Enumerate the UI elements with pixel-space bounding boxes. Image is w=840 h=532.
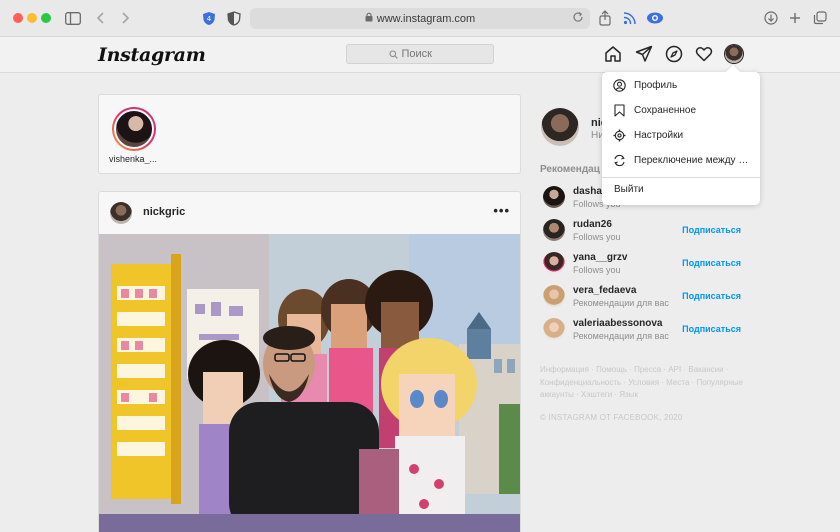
follow-button[interactable]: Подписаться bbox=[682, 324, 741, 334]
instagram-header: Instagram bbox=[0, 37, 840, 73]
feed-post: nickgric ••• bbox=[98, 191, 521, 532]
suggestion-subtitle: Follows you bbox=[573, 232, 621, 242]
suggestion-row: rudan26 Follows you Подписаться bbox=[540, 217, 745, 245]
suggestion-subtitle: Рекомендации для вас bbox=[573, 331, 669, 341]
follow-button[interactable]: Подписаться bbox=[682, 225, 741, 235]
back-icon[interactable] bbox=[92, 9, 110, 27]
menu-item-label: Переключение между аккаунтами bbox=[634, 155, 752, 166]
suggestion-avatar[interactable] bbox=[543, 285, 565, 307]
footer-links[interactable]: Информация · Помощь · Пресса · API · Вак… bbox=[540, 364, 750, 402]
post-photo[interactable] bbox=[99, 234, 520, 532]
logout-button[interactable]: Выйти bbox=[614, 184, 644, 195]
activity-heart-icon[interactable] bbox=[695, 45, 713, 63]
suggestion-row: vera_fedaeva Рекомендации для вас Подпис… bbox=[540, 283, 745, 311]
profile-avatar-button[interactable] bbox=[725, 45, 743, 63]
url-text: www.instagram.com bbox=[376, 12, 476, 25]
share-icon[interactable] bbox=[596, 9, 614, 27]
suggestion-avatar[interactable] bbox=[543, 219, 565, 241]
menu-item-switch-accounts[interactable]: Переключение между аккаунтами bbox=[602, 148, 760, 173]
footer-copyright: © INSTAGRAM OT FACEBOOK, 2020 bbox=[540, 413, 683, 422]
post-author-username[interactable]: nickgric bbox=[143, 206, 185, 218]
menu-item-profile[interactable]: Профиль bbox=[602, 73, 760, 98]
downloads-icon[interactable] bbox=[762, 9, 780, 27]
switch-account-icon bbox=[612, 154, 626, 168]
stories-tray: vishenka_... bbox=[98, 94, 521, 174]
search-input[interactable] bbox=[401, 48, 452, 60]
close-window-button[interactable] bbox=[13, 13, 23, 23]
privacy-shield-icon[interactable]: 4 bbox=[200, 9, 218, 27]
instagram-logo[interactable]: Instagram bbox=[98, 44, 206, 66]
address-bar[interactable]: www.instagram.com bbox=[250, 8, 590, 29]
new-tab-icon[interactable] bbox=[786, 9, 804, 27]
suggestion-avatar[interactable] bbox=[543, 318, 565, 340]
menu-item-saved[interactable]: Сохраненное bbox=[602, 98, 760, 123]
shield-half-icon[interactable] bbox=[225, 9, 243, 27]
extension-eye-icon[interactable] bbox=[646, 9, 664, 27]
direct-messages-icon[interactable] bbox=[635, 45, 653, 63]
suggestion-avatar[interactable] bbox=[543, 186, 565, 208]
follow-button[interactable]: Подписаться bbox=[682, 258, 741, 268]
suggestion-username[interactable]: yana__grzv bbox=[573, 252, 627, 263]
recommendations-title: Рекомендац bbox=[540, 164, 600, 175]
search-icon bbox=[388, 49, 398, 59]
my-profile-avatar[interactable] bbox=[541, 108, 579, 146]
suggestion-row: yana__grzv Follows you Подписаться bbox=[540, 250, 745, 278]
reload-icon[interactable] bbox=[572, 11, 584, 26]
post-author-avatar[interactable] bbox=[110, 202, 132, 224]
suggestion-username[interactable]: vera_fedaeva bbox=[573, 285, 636, 296]
forward-icon[interactable] bbox=[116, 9, 134, 27]
search-box[interactable] bbox=[346, 44, 494, 64]
follow-button[interactable]: Подписаться bbox=[682, 291, 741, 301]
browser-toolbar: 4 www.instagram.com bbox=[0, 0, 840, 37]
suggestion-username[interactable]: valeriaabessonova bbox=[573, 318, 663, 329]
post-options-button[interactable]: ••• bbox=[493, 203, 510, 218]
sidebar-toggle-icon[interactable] bbox=[64, 9, 82, 27]
suggestion-subtitle: Рекомендации для вас bbox=[573, 298, 669, 308]
menu-item-label: Настройки bbox=[634, 130, 684, 141]
explore-compass-icon[interactable] bbox=[665, 45, 683, 63]
suggestion-username[interactable]: rudan26 bbox=[573, 219, 612, 230]
zoom-window-button[interactable] bbox=[41, 13, 51, 23]
tab-overview-icon[interactable] bbox=[811, 9, 829, 27]
minimize-window-button[interactable] bbox=[27, 13, 37, 23]
story-avatar[interactable] bbox=[112, 107, 156, 151]
menu-divider bbox=[602, 177, 760, 178]
story-username[interactable]: vishenka_... bbox=[109, 154, 161, 164]
menu-item-label: Профиль bbox=[634, 80, 678, 91]
lock-icon bbox=[365, 12, 373, 25]
suggestion-row: valeriaabessonova Рекомендации для вас П… bbox=[540, 316, 745, 344]
rss-icon[interactable] bbox=[620, 9, 638, 27]
gear-icon bbox=[612, 129, 626, 143]
profile-dropdown-menu: Профиль Сохраненное Настройки Переключен… bbox=[602, 72, 760, 205]
user-circle-icon bbox=[612, 79, 626, 93]
suggestion-subtitle: Follows you bbox=[573, 265, 621, 275]
svg-text:4: 4 bbox=[207, 15, 212, 23]
bookmark-icon bbox=[612, 104, 626, 118]
suggestion-avatar[interactable] bbox=[543, 252, 565, 274]
home-icon[interactable] bbox=[604, 45, 622, 63]
menu-item-settings[interactable]: Настройки bbox=[602, 123, 760, 148]
menu-item-label: Сохраненное bbox=[634, 105, 697, 116]
